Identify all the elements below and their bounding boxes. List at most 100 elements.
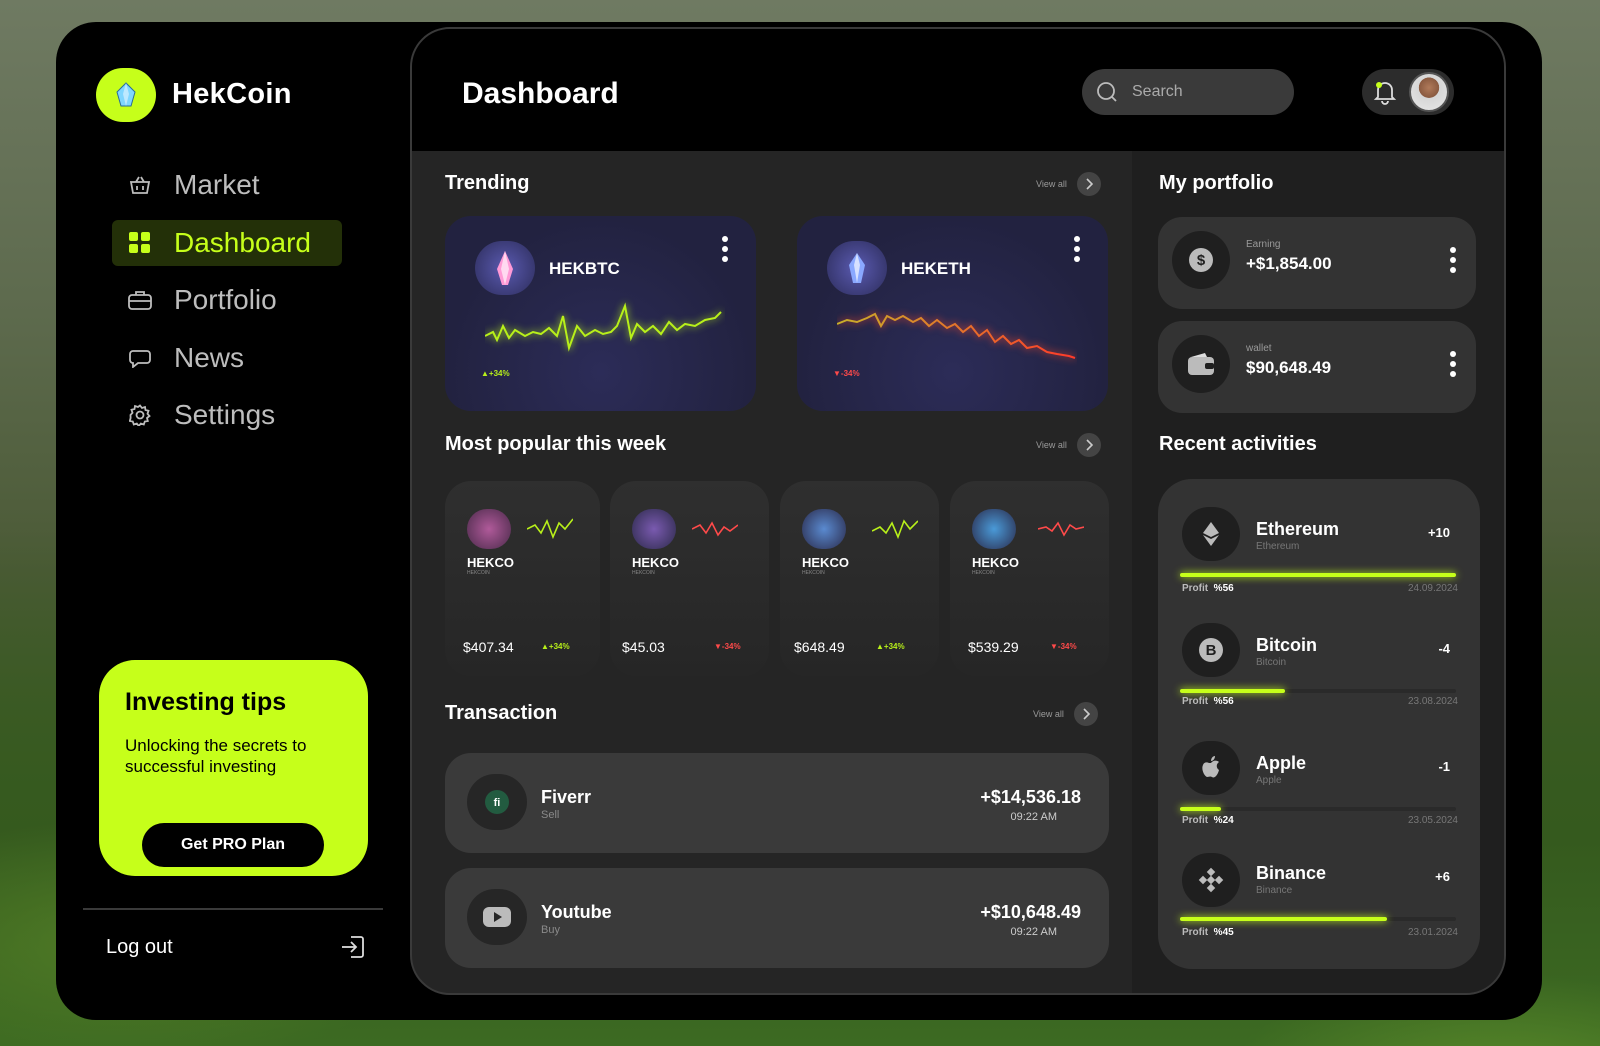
coin-icon: [972, 509, 1016, 549]
profit-label: Profit %45: [1182, 927, 1234, 938]
search-input[interactable]: Search: [1082, 69, 1294, 115]
more-icon[interactable]: [722, 236, 728, 262]
mini-sparkline: [872, 519, 918, 540]
chevron-right-icon[interactable]: [1073, 702, 1098, 726]
coin-price: $45.03: [622, 639, 665, 655]
activity-item[interactable]: Apple Apple -1 Profit %24 23.05.2024: [1158, 715, 1480, 833]
popular-view-all[interactable]: View all: [1036, 433, 1101, 457]
sidebar-item-label: Portfolio: [174, 284, 277, 315]
chevron-right-icon[interactable]: [1076, 433, 1101, 457]
activity-item[interactable]: B Bitcoin Bitcoin -4 Profit %56 23.08.20…: [1158, 595, 1480, 713]
profit-progress: [1180, 573, 1456, 577]
change-indicator: ▲+34%: [541, 642, 570, 651]
wallet-label: wallet: [1246, 343, 1272, 354]
logo[interactable]: [96, 68, 156, 122]
get-pro-plan-button[interactable]: Get PRO Plan: [142, 823, 324, 867]
sidebar-item-market[interactable]: Market: [112, 162, 342, 208]
page-title: Dashboard: [462, 77, 619, 110]
transaction-name: Youtube: [541, 902, 612, 922]
earning-card[interactable]: $ Earning +$1,854.00: [1158, 217, 1476, 309]
svg-text:B: B: [1206, 642, 1217, 659]
mini-sparkline: [527, 518, 573, 540]
logout-label[interactable]: Log out: [106, 936, 173, 959]
transaction-view-all[interactable]: View all: [1033, 702, 1098, 726]
wallet-card[interactable]: wallet $90,648.49: [1158, 321, 1476, 413]
coin-name: HEKCO: [802, 555, 849, 570]
youtube-icon: [467, 889, 527, 945]
right-column: My portfolio $ Earning +$1,854.00 wallet…: [1132, 151, 1504, 993]
coin-name: HEKBTC: [549, 259, 620, 278]
sidebar-item-label: Market: [174, 169, 260, 200]
popular-card[interactable]: HEKCO HEKCOIN $539.29 ▼-34%: [950, 481, 1109, 676]
activity-name: Binance: [1256, 863, 1327, 883]
popular-card[interactable]: HEKCO HEKCOIN $407.34 ▲+34%: [445, 481, 600, 676]
trending-card-hekbtc[interactable]: HEKBTC ▲+34%: [445, 216, 756, 411]
chat-icon: [128, 346, 152, 370]
profit-progress: [1180, 689, 1456, 693]
change-value: -34%: [721, 642, 741, 651]
transaction-amount: +$14,536.18: [980, 787, 1081, 807]
coin-name: HEKETH: [901, 259, 971, 278]
change-value: -34%: [1057, 642, 1077, 651]
sidebar-item-dashboard[interactable]: Dashboard: [112, 219, 342, 266]
portfolio-title: My portfolio: [1159, 172, 1274, 194]
change-value: -34%: [840, 369, 860, 378]
mini-sparkline: [692, 521, 738, 537]
sidebar-item-label: Dashboard: [174, 226, 311, 258]
tips-text: Unlocking the secrets to successful inve…: [125, 736, 307, 776]
activity-delta: -4: [1438, 641, 1450, 656]
activity-item[interactable]: Ethereum Ethereum +10 Profit %56 24.09.2…: [1158, 479, 1480, 597]
transaction-row[interactable]: Youtube Buy +$10,648.49 09:22 AM: [445, 868, 1109, 968]
change-value: +34%: [548, 642, 570, 651]
sidebar: HekCoin Market Dashboard Portfolio News …: [56, 22, 412, 1020]
svg-text:$: $: [1197, 252, 1206, 269]
more-icon[interactable]: [1450, 247, 1456, 273]
more-icon[interactable]: [1450, 351, 1456, 377]
popular-card[interactable]: HEKCO HEKCOIN $45.03 ▼-34%: [610, 481, 769, 676]
activity-name: Ethereum: [1256, 519, 1340, 539]
view-all-label: View all: [1033, 709, 1064, 719]
view-all-label: View all: [1036, 440, 1067, 450]
trending-view-all[interactable]: View all: [1036, 172, 1101, 196]
transaction-amount: +$10,648.49: [980, 902, 1081, 922]
coin-sub: HEKCOIN: [802, 570, 825, 576]
divider: [83, 908, 383, 910]
tips-title: Investing tips: [125, 688, 287, 716]
user-menu[interactable]: [1362, 69, 1454, 115]
more-icon[interactable]: [1074, 236, 1080, 262]
transaction-time: 09:22 AM: [1010, 926, 1057, 938]
activity-item[interactable]: Binance Binance +6 Profit %45 23.01.2024: [1158, 831, 1480, 949]
change-value: +34%: [883, 642, 905, 651]
activity-date: 24.09.2024: [1407, 583, 1458, 594]
profit-label: Profit %24: [1182, 815, 1234, 826]
trending-card-heketh[interactable]: HEKETH ▼-34%: [797, 216, 1108, 411]
mini-sparkline: [1038, 521, 1084, 537]
bitcoin-icon: B: [1182, 623, 1240, 677]
transaction-time: 09:22 AM: [1010, 811, 1057, 823]
basket-icon: [128, 173, 152, 197]
svg-text:fi: fi: [494, 797, 501, 809]
profit-label: Profit %56: [1182, 696, 1234, 707]
grid-icon: [128, 231, 152, 255]
binance-icon: [1182, 853, 1240, 907]
activity-sub: Bitcoin: [1256, 657, 1287, 668]
bell-icon[interactable]: [1372, 79, 1398, 105]
coin-icon: [632, 509, 676, 549]
activity-date: 23.08.2024: [1407, 696, 1458, 707]
profit-progress: [1180, 807, 1456, 811]
sidebar-item-settings[interactable]: Settings: [112, 392, 342, 438]
sidebar-item-portfolio[interactable]: Portfolio: [112, 277, 342, 323]
main-panel: Dashboard Search Trending View all HEKBT…: [410, 27, 1506, 995]
earning-value: +$1,854.00: [1246, 254, 1332, 273]
avatar[interactable]: [1409, 72, 1449, 112]
chevron-right-icon[interactable]: [1076, 172, 1101, 196]
activity-sub: Ethereum: [1256, 541, 1300, 552]
popular-card[interactable]: HEKCO HEKCOIN $648.49 ▲+34%: [780, 481, 939, 676]
logout-icon[interactable]: [339, 933, 367, 961]
view-all-label: View all: [1036, 179, 1067, 189]
transaction-row[interactable]: fi Fiverr Sell +$14,536.18 09:22 AM: [445, 753, 1109, 853]
activity-name: Apple: [1256, 753, 1307, 773]
sidebar-item-news[interactable]: News: [112, 335, 342, 381]
coin-name: HEKCO: [467, 555, 514, 570]
coin-icon: [802, 509, 846, 549]
